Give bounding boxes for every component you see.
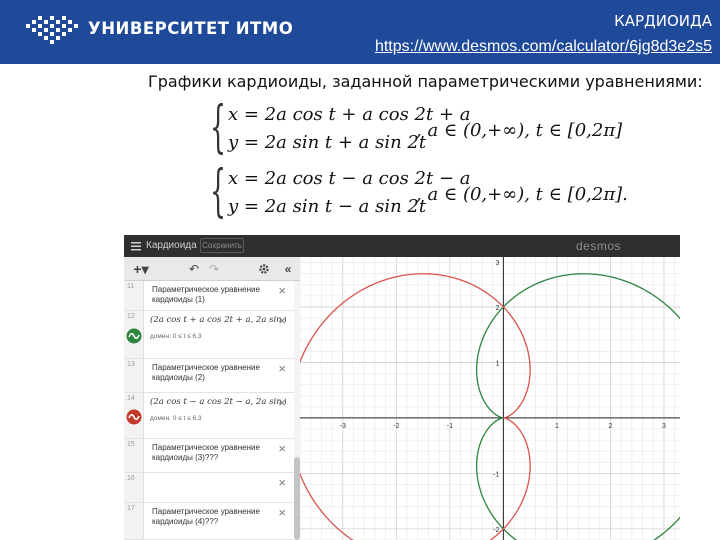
desmos-calculator: Кардиоида Сохранить desmos +▾ ↶ ↷ « 11 П…	[124, 235, 680, 540]
note-text[interactable]: Параметрическое уравнение кардиоиды (1)	[152, 285, 282, 305]
x-tick-label: -3	[340, 423, 346, 430]
note-text[interactable]: Параметрическое уравнение кардиоиды (3)?…	[152, 443, 282, 463]
collapse-list-icon[interactable]: «	[280, 257, 296, 281]
list-item[interactable]: 11 Параметрическое уравнение кардиоиды (…	[124, 281, 296, 311]
list-item[interactable]: 14 (2a cos t − a cos 2t − a, 2a sin t − …	[124, 393, 296, 439]
row-number: 16	[127, 475, 135, 482]
curve-color-icon[interactable]	[126, 409, 142, 425]
row-number: 15	[127, 441, 135, 448]
graph-paper[interactable]: -3 -2 -1 1 2 321-1-23	[300, 257, 680, 540]
y-tick-label: 2	[495, 305, 499, 312]
domain-text[interactable]: домен: 0 ≤ t ≤ 6.3	[150, 415, 202, 422]
row-number: 17	[127, 505, 135, 512]
list-item[interactable]: 16 ×	[124, 473, 296, 503]
x-tick-label: 2	[608, 423, 612, 430]
desmos-link[interactable]: https://www.desmos.com/calculator/6jg8d3…	[375, 38, 712, 56]
row-number: 12	[127, 313, 135, 320]
close-icon[interactable]: ×	[278, 284, 286, 297]
note-text[interactable]: Параметрическое уравнение кардиоиды (4)?…	[152, 507, 282, 527]
expression-input[interactable]: (2a cos t + a cos 2t + a, 2a sin t + a s…	[150, 315, 286, 325]
itmo-logo-icon	[26, 16, 78, 44]
domain-text[interactable]: домен: 0 ≤ t ≤ 6.3	[150, 333, 202, 340]
y-tick-label: 1	[495, 360, 499, 367]
university-name: УНИВЕРСИТЕТ ИТМО	[88, 19, 294, 38]
expression-input[interactable]: (2a cos t − a cos 2t − a, 2a sin t − a s…	[150, 397, 286, 407]
note-text[interactable]: Параметрическое уравнение кардиоиды (2)	[152, 363, 282, 383]
header-bar: УНИВЕРСИТЕТ ИТМО КАРДИОИДА https://www.d…	[0, 0, 720, 64]
list-item[interactable]: 15 Параметрическое уравнение кардиоиды (…	[124, 439, 296, 473]
x-tick-label: -1	[447, 423, 453, 430]
close-icon[interactable]: ×	[278, 362, 286, 375]
desmos-topbar: Кардиоида Сохранить desmos	[124, 235, 680, 257]
grid-lines	[300, 257, 680, 540]
x-tick-label: -2	[393, 423, 399, 430]
axes	[300, 257, 680, 540]
intro-text: Графики кардиоиды, заданной параметричес…	[148, 72, 703, 91]
expression-toolbar: +▾ ↶ ↷ «	[124, 257, 300, 281]
x-tick-label: 3	[662, 423, 666, 430]
condition-1: , a ∈ (0,+∞), t ∈ [0,2π]	[416, 120, 623, 141]
close-icon[interactable]: ×	[278, 506, 286, 519]
x-tick-label: 1	[555, 423, 559, 430]
slide-title: КАРДИОИДА	[614, 12, 712, 30]
tick-labels: -3 -2 -1 1 2 321-1-23	[340, 260, 666, 534]
curve-color-icon[interactable]	[126, 328, 142, 344]
equation-y-2: y = 2a sin t − a sin 2t	[228, 196, 427, 217]
add-item-button[interactable]: +▾	[128, 257, 154, 281]
condition-2: , a ∈ (0,+∞), t ∈ [0,2π].	[416, 184, 628, 205]
row-number: 14	[127, 395, 135, 402]
row-number: 11	[127, 283, 135, 290]
y-tick-label: -1	[493, 471, 499, 478]
y-tick-label: 3	[495, 260, 499, 267]
gear-icon[interactable]	[256, 257, 272, 281]
redo-icon[interactable]: ↷	[206, 257, 222, 281]
list-item[interactable]: 13 Параметрическое уравнение кардиоиды (…	[124, 359, 296, 393]
save-button[interactable]: Сохранить	[200, 238, 244, 253]
brace-icon: {	[210, 95, 227, 160]
row-number: 13	[127, 361, 135, 368]
desmos-brand: desmos	[576, 239, 622, 253]
close-icon[interactable]: ×	[278, 442, 286, 455]
close-icon[interactable]: ×	[278, 396, 286, 409]
menu-icon[interactable]	[130, 240, 142, 252]
document-title[interactable]: Кардиоида	[146, 240, 197, 251]
close-icon[interactable]: ×	[278, 476, 286, 489]
equation-y-1: y = 2a sin t + a sin 2t	[228, 132, 427, 153]
list-item[interactable]: 17 Параметрическое уравнение кардиоиды (…	[124, 503, 296, 540]
list-item[interactable]: 12 (2a cos t + a cos 2t + a, 2a sin t + …	[124, 311, 296, 359]
close-icon[interactable]: ×	[278, 314, 286, 327]
undo-icon[interactable]: ↶	[186, 257, 202, 281]
brace-icon: {	[210, 159, 227, 224]
expression-list: 11 Параметрическое уравнение кардиоиды (…	[124, 281, 300, 540]
